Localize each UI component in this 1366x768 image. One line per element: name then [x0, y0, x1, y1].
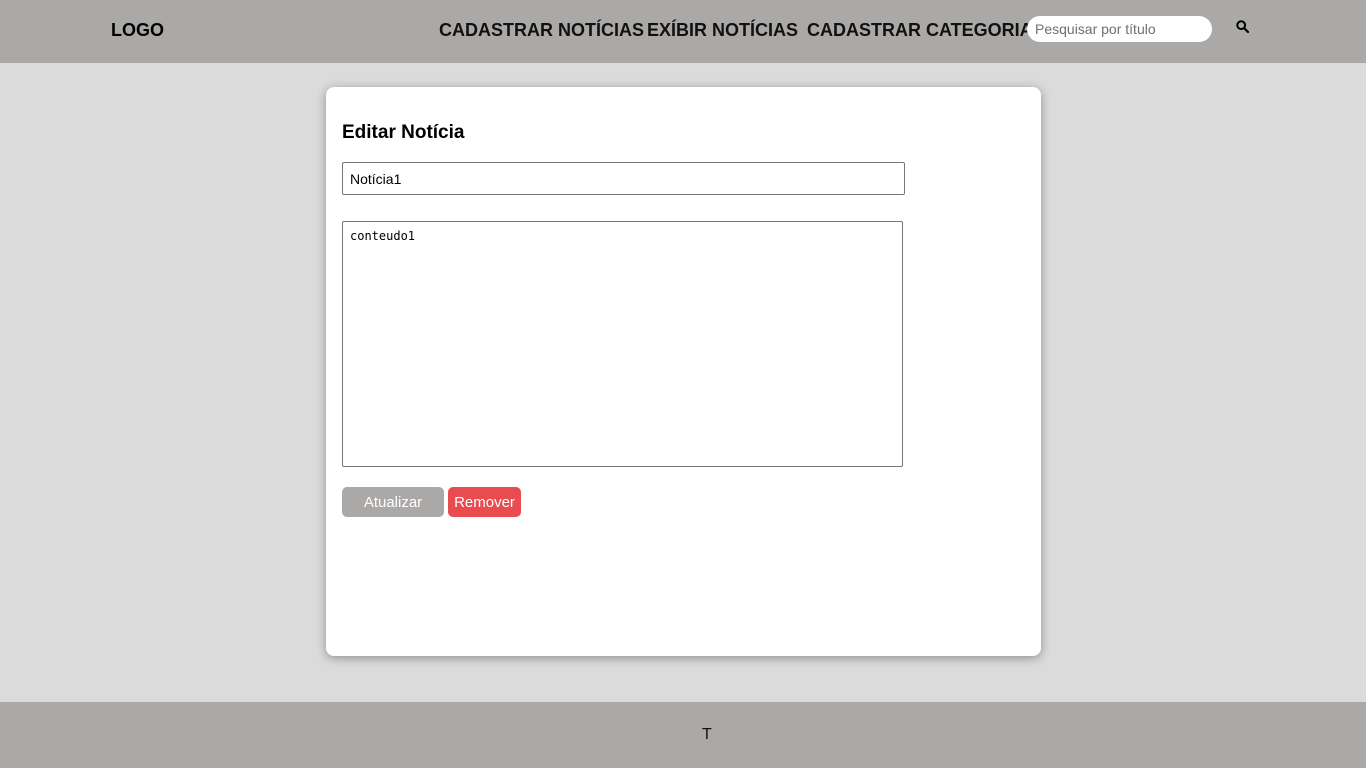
news-title-input[interactable]: [342, 162, 905, 195]
search-button[interactable]: [1234, 20, 1250, 36]
nav-cadastrar-categoria[interactable]: CADASTRAR CATEGORIA: [807, 20, 1033, 41]
search-input[interactable]: [1027, 16, 1212, 42]
footer: T: [0, 702, 1366, 768]
page: LOGO CADASTRAR NOTÍCIAS EXÍBIR NOTÍCIAS …: [0, 0, 1366, 768]
logo[interactable]: LOGO: [111, 20, 164, 41]
nav-exibir-noticias[interactable]: EXÍBIR NOTÍCIAS: [647, 20, 798, 41]
search-icon: [1235, 20, 1249, 34]
top-navbar: LOGO CADASTRAR NOTÍCIAS EXÍBIR NOTÍCIAS …: [0, 0, 1366, 63]
news-content-textarea[interactable]: conteudo1: [342, 221, 903, 467]
edit-news-card: Editar Notícia conteudo1 Atualizar Remov…: [326, 87, 1041, 656]
page-title: Editar Notícia: [342, 122, 465, 143]
remove-button[interactable]: Remover: [448, 487, 521, 517]
nav-cadastrar-noticias[interactable]: CADASTRAR NOTÍCIAS: [439, 20, 644, 41]
update-button[interactable]: Atualizar: [342, 487, 444, 517]
footer-text: T: [702, 726, 712, 743]
